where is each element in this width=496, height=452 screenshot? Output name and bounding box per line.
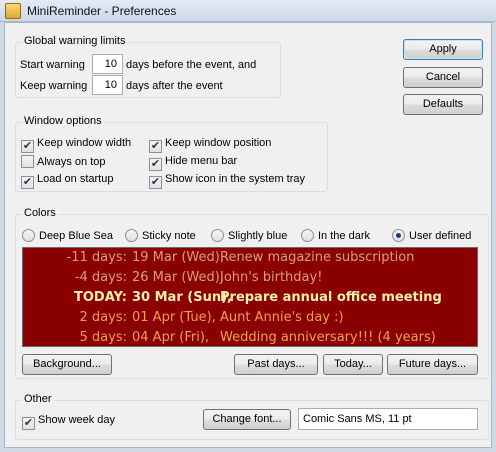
future-days-button[interactable]: Future days...: [387, 354, 478, 375]
radio-dot-icon: [392, 229, 405, 242]
radio-dot-icon: [22, 229, 35, 242]
show-tray-checkbox[interactable]: ✔ Show icon in the system tray: [149, 173, 305, 189]
show-weekday-check-icon: ✔: [22, 417, 35, 430]
color-preview: -11 days: 19 Mar (Wed), Renew magazine s…: [22, 247, 478, 347]
scheme-radio-sticky-note[interactable]: Sticky note: [125, 229, 196, 242]
show-weekday-label: Show week day: [38, 414, 116, 426]
other-title: Other: [22, 393, 54, 405]
keep-position-checkbox[interactable]: ✔ Keep window position: [149, 137, 271, 153]
preview-date: 26 Mar (Wed),: [132, 270, 224, 285]
keep-warning-label: Keep warning: [20, 80, 88, 92]
scheme-radio-deep-blue-sea[interactable]: Deep Blue Sea: [22, 229, 113, 242]
past-days-button[interactable]: Past days...: [234, 354, 318, 375]
defaults-button[interactable]: Defaults: [403, 94, 483, 115]
keep-warning-input[interactable]: 10: [92, 75, 123, 95]
always-on-top-check-icon: [21, 155, 34, 168]
preview-date: 30 Mar (Sun),: [132, 290, 232, 305]
change-font-button[interactable]: Change font...: [203, 409, 291, 430]
always-on-top-label: Always on top: [37, 156, 106, 168]
scheme-label: Deep Blue Sea: [39, 230, 113, 242]
start-warning-label: Start warning: [20, 59, 85, 71]
preview-event: Prepare annual office meeting: [220, 290, 442, 305]
preview-event: John's birthday!: [220, 270, 323, 285]
background-button[interactable]: Background...: [22, 354, 112, 375]
keep-width-check-icon: ✔: [21, 140, 34, 153]
preview-date: 19 Mar (Wed),: [132, 250, 224, 265]
today-button[interactable]: Today...: [323, 354, 383, 375]
radio-dot-icon: [211, 229, 224, 242]
start-warning-suffix: days before the event, and: [126, 59, 257, 71]
hide-menu-label: Hide menu bar: [165, 155, 238, 167]
scheme-label: In the dark: [318, 230, 370, 242]
colors-title: Colors: [22, 207, 58, 219]
title-bar[interactable]: MiniReminder - Preferences: [0, 0, 496, 22]
preferences-dialog: Global warning limits Start warning 10 d…: [4, 22, 492, 448]
apply-button[interactable]: Apply: [403, 39, 483, 60]
scheme-radio-in-the-dark[interactable]: In the dark: [301, 229, 370, 242]
radio-dot-icon: [301, 229, 314, 242]
load-startup-label: Load on startup: [37, 173, 114, 185]
cancel-button[interactable]: Cancel: [403, 67, 483, 88]
preview-date: 04 Apr (Fri),: [132, 330, 210, 345]
load-startup-check-icon: ✔: [21, 176, 34, 189]
scheme-radio-slightly-blue[interactable]: Slightly blue: [211, 229, 287, 242]
keep-width-label: Keep window width: [37, 137, 132, 149]
scheme-label: User defined: [409, 230, 472, 242]
preview-event: Aunt Annie's day :): [220, 310, 344, 325]
scheme-label: Sticky note: [142, 230, 196, 242]
preview-event: Renew magazine subscription: [220, 250, 415, 265]
preview-event: Wedding anniversary!!! (4 years): [220, 330, 436, 345]
preview-days: 5 days:: [79, 330, 127, 345]
always-on-top-checkbox[interactable]: Always on top: [21, 155, 105, 171]
keep-position-check-icon: ✔: [149, 140, 162, 153]
window-options-title: Window options: [22, 115, 104, 127]
start-warning-input[interactable]: 10: [92, 54, 123, 74]
font-display-field: Comic Sans MS, 11 pt: [298, 408, 478, 430]
show-tray-check-icon: ✔: [149, 176, 162, 189]
preview-days: -11 days:: [66, 250, 127, 265]
global-warning-title: Global warning limits: [22, 35, 128, 47]
app-icon: [5, 3, 21, 19]
scheme-label: Slightly blue: [228, 230, 288, 242]
hide-menu-checkbox[interactable]: ✔ Hide menu bar: [149, 155, 237, 171]
window-title: MiniReminder - Preferences: [27, 4, 177, 18]
scheme-radio-user-defined[interactable]: User defined: [392, 229, 471, 242]
hide-menu-check-icon: ✔: [149, 158, 162, 171]
radio-dot-icon: [125, 229, 138, 242]
preview-date: 01 Apr (Tue),: [132, 310, 216, 325]
preview-days: TODAY:: [73, 290, 127, 305]
keep-width-checkbox[interactable]: ✔ Keep window width: [21, 137, 131, 153]
load-startup-checkbox[interactable]: ✔ Load on startup: [21, 173, 113, 189]
keep-warning-suffix: days after the event: [126, 80, 223, 92]
show-weekday-checkbox[interactable]: ✔ Show week day: [22, 414, 115, 430]
preview-days: 2 days:: [79, 310, 127, 325]
show-tray-label: Show icon in the system tray: [165, 173, 306, 185]
preview-days: -4 days:: [74, 270, 127, 285]
keep-position-label: Keep window position: [165, 137, 272, 149]
